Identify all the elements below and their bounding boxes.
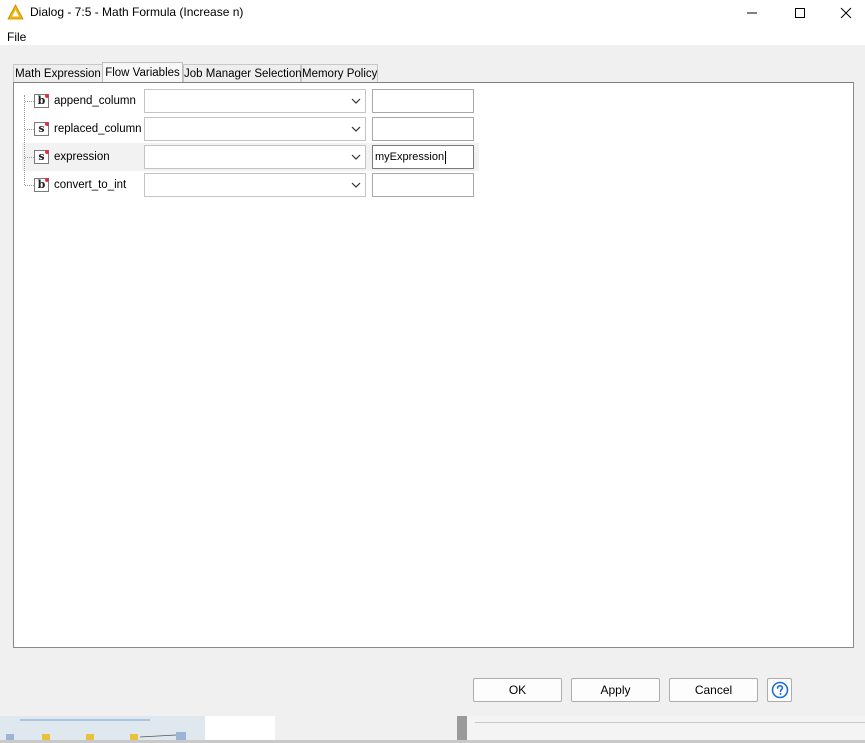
tree-branch bbox=[25, 185, 34, 186]
maximize-icon bbox=[795, 8, 805, 18]
variable-select-replaced-column[interactable] bbox=[144, 117, 366, 141]
variable-select-convert-to-int[interactable] bbox=[144, 173, 366, 197]
warning-triangle-icon bbox=[7, 4, 24, 20]
variable-name-input-replaced-column[interactable] bbox=[372, 117, 474, 141]
close-button[interactable] bbox=[823, 0, 865, 26]
variable-name-convert-to-int: convert_to_int bbox=[54, 179, 127, 191]
cancel-button[interactable]: Cancel bbox=[669, 678, 758, 702]
help-button[interactable] bbox=[767, 678, 792, 702]
tree-branch bbox=[25, 101, 34, 102]
string-type-icon: s bbox=[34, 122, 49, 136]
background-panel bbox=[275, 716, 457, 740]
background-panel bbox=[205, 716, 275, 740]
tree-line bbox=[24, 95, 25, 185]
background-divider bbox=[457, 716, 467, 740]
boolean-type-icon: b bbox=[34, 94, 49, 108]
maximize-button[interactable] bbox=[777, 0, 823, 26]
apply-button[interactable]: Apply bbox=[571, 678, 660, 702]
menu-bar: File bbox=[0, 26, 865, 45]
window-title: Dialog - 7:5 - Math Formula (Increase n) bbox=[30, 5, 244, 19]
close-icon bbox=[840, 7, 852, 19]
variable-name-expression: expression bbox=[54, 151, 110, 163]
variable-select-append-column[interactable] bbox=[144, 89, 366, 113]
tree-branch bbox=[25, 129, 34, 130]
ok-button[interactable]: OK bbox=[473, 678, 562, 702]
variable-name-input-expression[interactable]: myExpression bbox=[372, 145, 474, 169]
tab-math-expression[interactable]: Math Expression bbox=[13, 64, 103, 82]
variable-select-expression[interactable] bbox=[144, 145, 366, 169]
help-circle-icon bbox=[771, 681, 788, 699]
text-caret bbox=[445, 150, 447, 164]
minimize-button[interactable] bbox=[729, 0, 775, 26]
minimize-icon bbox=[747, 12, 757, 14]
background-panel bbox=[467, 716, 865, 740]
background-workflow-canvas bbox=[0, 716, 208, 740]
tab-memory-policy[interactable]: Memory Policy bbox=[301, 64, 378, 82]
chevron-down-icon bbox=[351, 98, 361, 104]
dialog-window: Dialog - 7:5 - Math Formula (Increase n)… bbox=[0, 0, 865, 716]
menu-file[interactable]: File bbox=[7, 30, 26, 44]
tab-flow-variables[interactable]: Flow Variables bbox=[102, 62, 183, 82]
background-divider bbox=[475, 722, 865, 723]
tab-job-manager-selection[interactable]: Job Manager Selection bbox=[183, 64, 302, 82]
workflow-thumbnail-icon bbox=[6, 719, 186, 740]
tree-branch bbox=[25, 157, 34, 158]
chevron-down-icon bbox=[351, 126, 361, 132]
variable-name-replaced-column: replaced_column bbox=[54, 123, 142, 135]
chevron-down-icon bbox=[351, 154, 361, 160]
boolean-type-icon: b bbox=[34, 178, 49, 192]
variable-name-input-append-column[interactable] bbox=[372, 89, 474, 113]
title-bar: Dialog - 7:5 - Math Formula (Increase n) bbox=[0, 0, 865, 26]
variable-name-append-column: append_column bbox=[54, 95, 136, 107]
chevron-down-icon bbox=[351, 182, 361, 188]
string-type-icon: s bbox=[34, 150, 49, 164]
variable-name-input-convert-to-int[interactable] bbox=[372, 173, 474, 197]
